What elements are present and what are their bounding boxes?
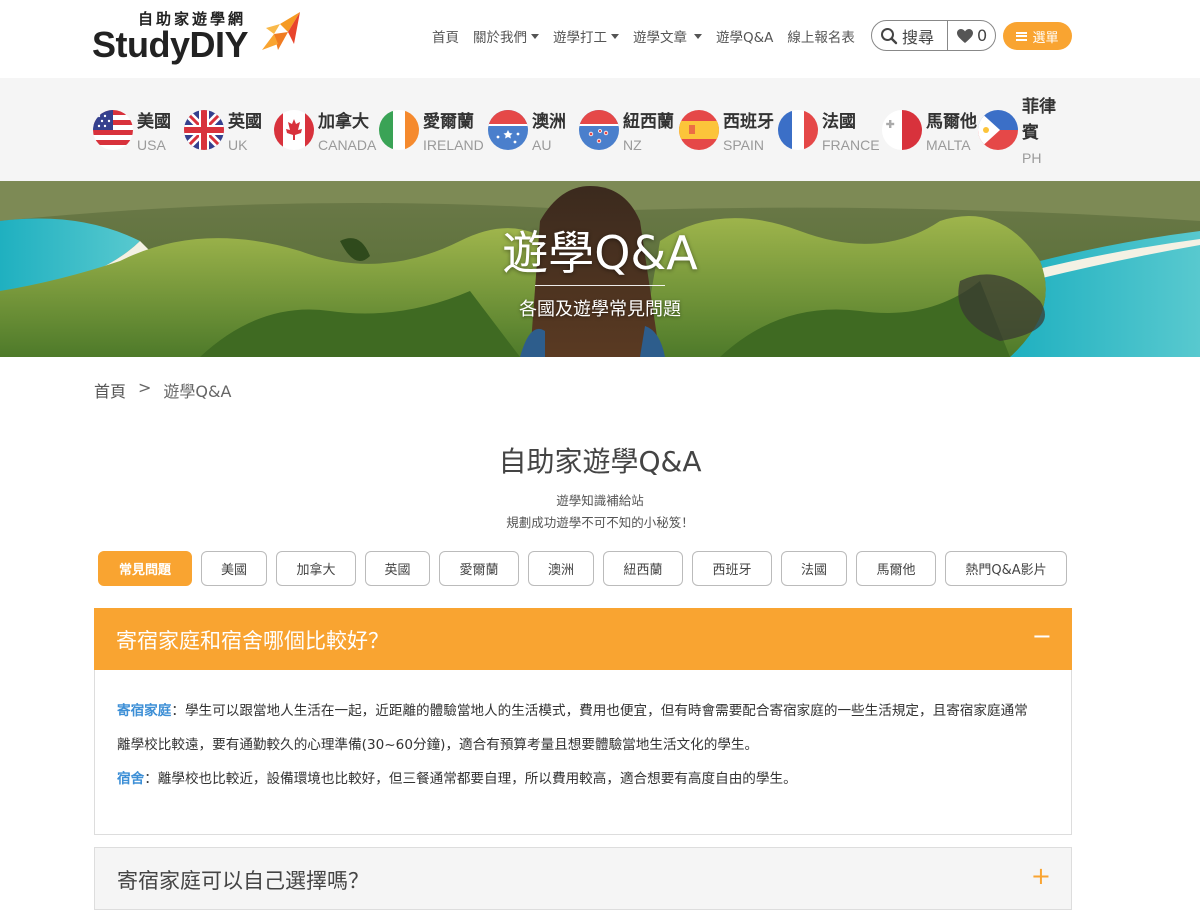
tab-hot-qa-videos[interactable]: 熱門Q&A影片 bbox=[945, 551, 1067, 586]
qa-category-tabs: 常見問題 美國 加拿大 英國 愛爾蘭 澳洲 紐西蘭 西班牙 法國 馬爾他 熱門Q… bbox=[98, 551, 1067, 586]
country-canada-en: CANADA bbox=[318, 137, 377, 153]
breadcrumb-separator: > bbox=[138, 378, 152, 397]
tab-uk[interactable]: 英國 bbox=[365, 551, 430, 586]
accordion-header-choose-homestay[interactable]: 寄宿家庭可以自己選擇嗎？ + bbox=[94, 847, 1072, 910]
tab-common-questions[interactable]: 常見問題 bbox=[98, 551, 192, 586]
banner-subtitle: 各國及遊學常見問題 bbox=[519, 299, 681, 320]
country-spain-en: SPAIN bbox=[723, 137, 764, 153]
country-australia-cn: 澳洲 bbox=[532, 112, 566, 132]
accordion-question: 寄宿家庭和宿舍哪個比較好？ bbox=[116, 629, 389, 653]
new-zealand-flag-icon bbox=[579, 110, 619, 150]
answer-paragraph-dorm: 宿舍：離學校也比較近，設備環境也比較好，但三餐通常都要自理，所以費用較高，適合想… bbox=[117, 762, 1041, 796]
tab-malta[interactable]: 馬爾他 bbox=[856, 551, 936, 586]
country-spain-cn: 西班牙 bbox=[723, 112, 774, 132]
collapse-icon[interactable]: − bbox=[1032, 622, 1052, 650]
nav-home-label: 首頁 bbox=[432, 30, 459, 46]
hamburger-icon bbox=[1016, 31, 1028, 41]
canada-flag-icon bbox=[274, 110, 314, 150]
country-new-zealand-en: NZ bbox=[623, 137, 642, 153]
country-ireland-cn: 愛爾蘭 bbox=[423, 112, 474, 132]
chevron-down-icon bbox=[611, 33, 619, 39]
section-title: 自助家遊學Q&A bbox=[498, 445, 702, 478]
accordion-question: 寄宿家庭可以自己選擇嗎？ bbox=[117, 869, 369, 893]
search-label: 搜尋 bbox=[902, 27, 935, 47]
logo-wordmark-diy: DIY bbox=[189, 24, 249, 65]
nav-articles[interactable]: 遊學文章 bbox=[633, 26, 702, 46]
country-usa-en: USA bbox=[137, 137, 166, 153]
nav-about[interactable]: 關於我們 bbox=[473, 26, 539, 46]
expand-icon[interactable]: + bbox=[1031, 862, 1051, 890]
main-nav: 首頁 關於我們 遊學打工 遊學文章 遊學Q&A 線上報名表 bbox=[432, 26, 869, 46]
nav-working-holiday[interactable]: 遊學打工 bbox=[553, 26, 619, 46]
banner-divider bbox=[535, 285, 665, 286]
country-bar: 美國 USA 英國 UK 加拿大 CANADA 愛爾蘭 IRELAND 澳洲 A… bbox=[0, 78, 1200, 181]
tab-new-zealand[interactable]: 紐西蘭 bbox=[603, 551, 683, 586]
country-philippines-en: PH bbox=[1022, 150, 1042, 166]
nav-signup[interactable]: 線上報名表 bbox=[787, 26, 855, 46]
answer-text: ：離學校也比較近，設備環境也比較好，但三餐通常都要自理，所以費用較高，適合想要有… bbox=[144, 771, 797, 787]
breadcrumb: 首頁 > 遊學Q&A bbox=[94, 378, 231, 402]
answer-text: ：學生可以跟當地人生活在一起，近距離的體驗當地人的生活模式，費用也便宜，但有時會… bbox=[117, 703, 1028, 753]
nav-qa-label: 遊學Q&A bbox=[716, 30, 774, 46]
answer-keyword: 宿舍 bbox=[117, 771, 145, 787]
answer-keyword: 寄宿家庭 bbox=[117, 703, 172, 719]
search-button[interactable]: 搜尋 bbox=[872, 21, 948, 50]
country-france-en: FRANCE bbox=[822, 137, 880, 153]
breadcrumb-home[interactable]: 首頁 bbox=[94, 378, 126, 402]
section-subtitle-2: 規劃成功遊學不可不知的小秘笈！ bbox=[506, 515, 694, 530]
menu-label: 選單 bbox=[1032, 30, 1059, 46]
tab-canada[interactable]: 加拿大 bbox=[276, 551, 356, 586]
nav-working-holiday-label: 遊學打工 bbox=[553, 30, 607, 46]
malta-flag-icon bbox=[882, 110, 922, 150]
nav-qa[interactable]: 遊學Q&A bbox=[716, 26, 773, 46]
tab-usa[interactable]: 美國 bbox=[201, 551, 267, 586]
tab-australia[interactable]: 澳洲 bbox=[528, 551, 594, 586]
answer-paragraph-homestay: 寄宿家庭：學生可以跟當地人生活在一起，近距離的體驗當地人的生活模式，費用也便宜，… bbox=[117, 694, 1041, 762]
site-logo[interactable]: 自助家遊學網 StudyDIY bbox=[92, 8, 307, 68]
country-new-zealand-cn: 紐西蘭 bbox=[623, 112, 674, 132]
heart-icon bbox=[957, 28, 973, 43]
country-france-cn: 法國 bbox=[822, 112, 856, 132]
search-favorites-group: 搜尋 0 bbox=[871, 20, 996, 51]
country-malta-cn: 馬爾他 bbox=[926, 112, 977, 132]
nav-home[interactable]: 首頁 bbox=[432, 26, 459, 46]
uk-flag-icon bbox=[184, 110, 224, 150]
banner-title: 遊學Q&A bbox=[502, 226, 698, 280]
logo-wordmark: StudyDIY bbox=[92, 24, 249, 66]
country-uk-cn: 英國 bbox=[228, 112, 262, 132]
ireland-flag-icon bbox=[379, 110, 419, 150]
france-flag-icon bbox=[778, 110, 818, 150]
nav-signup-label: 線上報名表 bbox=[787, 30, 855, 46]
philippines-flag-icon bbox=[978, 110, 1018, 150]
country-ireland-en: IRELAND bbox=[423, 137, 484, 153]
country-australia-en: AU bbox=[532, 137, 552, 153]
country-malta-en: MALTA bbox=[926, 137, 971, 153]
country-philippines-cn: 菲律賓 bbox=[1022, 97, 1056, 143]
country-usa-cn: 美國 bbox=[137, 112, 171, 132]
tab-ireland[interactable]: 愛爾蘭 bbox=[439, 551, 519, 586]
accordion-header-homestay-vs-dorm[interactable]: 寄宿家庭和宿舍哪個比較好？ − bbox=[94, 608, 1072, 670]
hero-banner: 遊學Q&A 各國及遊學常見問題 bbox=[0, 181, 1200, 357]
country-uk-en: UK bbox=[228, 137, 248, 153]
breadcrumb-current: 遊學Q&A bbox=[163, 382, 232, 401]
nav-about-label: 關於我們 bbox=[473, 30, 527, 46]
australia-flag-icon bbox=[488, 110, 528, 150]
logo-wordmark-study: Study bbox=[92, 24, 190, 65]
menu-button[interactable]: 選單 bbox=[1003, 22, 1072, 50]
chevron-down-icon bbox=[531, 33, 539, 39]
search-icon bbox=[881, 27, 898, 44]
favorites-button[interactable]: 0 bbox=[948, 26, 987, 45]
nav-articles-label: 遊學文章 bbox=[633, 30, 687, 46]
tab-spain[interactable]: 西班牙 bbox=[692, 551, 772, 586]
chevron-down-icon bbox=[694, 33, 702, 39]
favorites-count: 0 bbox=[977, 26, 988, 45]
rocket-icon bbox=[262, 12, 300, 50]
tab-france[interactable]: 法國 bbox=[781, 551, 847, 586]
accordion-body-homestay-vs-dorm: 寄宿家庭：學生可以跟當地人生活在一起，近距離的體驗當地人的生活模式，費用也便宜，… bbox=[94, 670, 1072, 835]
country-canada-cn: 加拿大 bbox=[318, 112, 369, 132]
usa-flag-icon bbox=[93, 110, 133, 150]
site-header: 自助家遊學網 StudyDIY 首頁 關於我們 遊學打工 遊學文章 遊學Q&A … bbox=[0, 0, 1200, 78]
spain-flag-icon bbox=[679, 110, 719, 150]
section-subtitle-1: 遊學知識補給站 bbox=[556, 493, 644, 508]
